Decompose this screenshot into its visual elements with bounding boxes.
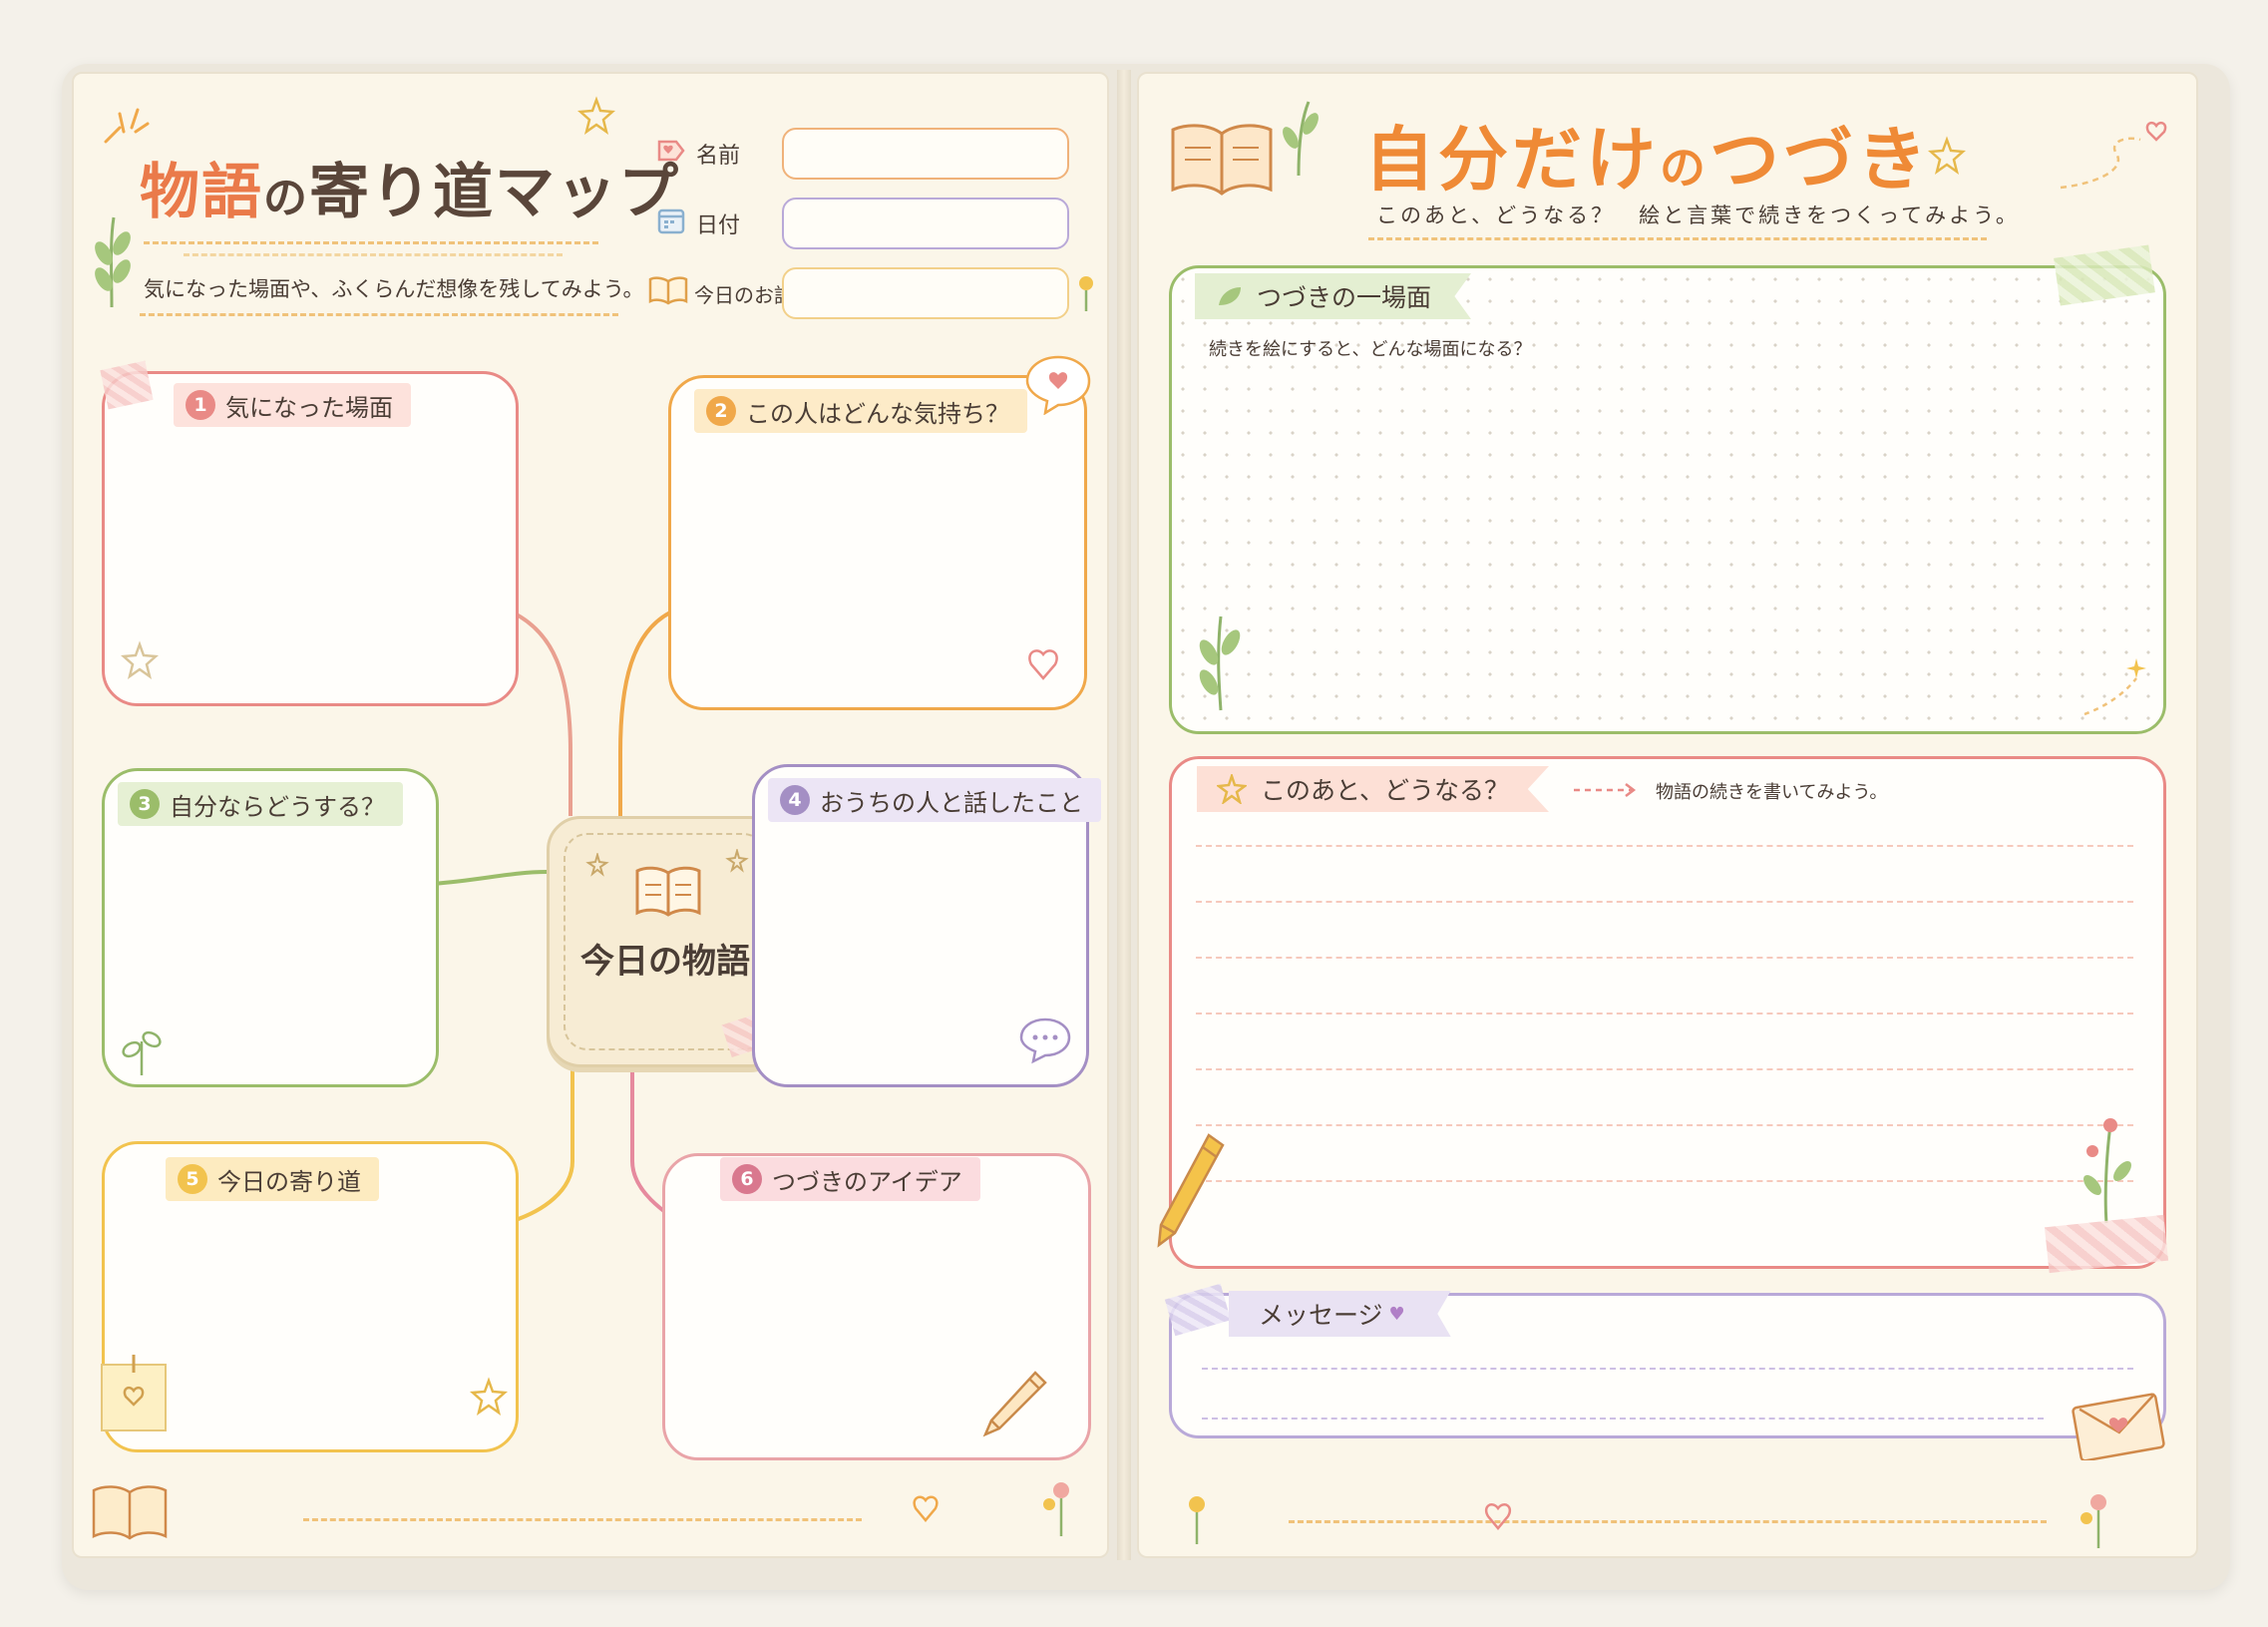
open-book-icon <box>92 1485 168 1540</box>
number-badge: 1 <box>186 390 215 420</box>
writing-line <box>1196 901 2133 903</box>
scene-prompt: 続きを絵にすると、どんな場面になる？ <box>1209 339 1532 360</box>
center-card-todays-story: 今日の物語 <box>547 816 793 1067</box>
chat-bubble-icon <box>1019 1017 1071 1064</box>
number-badge: 4 <box>780 785 810 815</box>
ribbon-message: メッセージ ♥ <box>1229 1291 1451 1337</box>
envelope-icon <box>2072 1393 2165 1460</box>
ribbon-label: このあと、どうなる？ <box>1261 776 1510 805</box>
sticky-note-icon <box>101 1355 167 1431</box>
box-title: 自分ならどうする？ <box>170 792 385 821</box>
tag-continuation-ideas: 6 つづきのアイデア <box>720 1157 980 1201</box>
leaf-sprig-icon <box>1283 101 1319 177</box>
writing-line <box>1196 1068 2133 1070</box>
tag-noticed-scene: 1 気になった場面 <box>174 383 411 427</box>
pencil-icon <box>1157 1133 1225 1248</box>
writing-line <box>1196 1180 2133 1182</box>
star-icon <box>725 849 749 873</box>
heart-icon <box>913 1495 939 1522</box>
number-badge: 6 <box>732 1164 762 1194</box>
writing-line <box>1202 1418 2044 1420</box>
page-subtitle: このあと、どうなる？ 絵と言葉で続きをつくってみよう。 <box>1376 203 2020 227</box>
ribbon-what-happens-next: このあと、どうなる？ <box>1197 766 1550 812</box>
number-badge: 3 <box>130 789 160 819</box>
star-icon <box>1217 774 1247 804</box>
title-part1: 自分だけ <box>1364 119 1660 201</box>
number-badge: 5 <box>178 1164 207 1194</box>
dashed-arrow-icon <box>1574 783 1637 797</box>
tag-todays-detour: 5 今日の寄り道 <box>166 1157 379 1201</box>
box-what-happens-next[interactable] <box>1169 756 2166 1269</box>
number-badge: 2 <box>706 396 736 426</box>
box-title: 今日の寄り道 <box>217 1167 361 1196</box>
box-title: おうちの人と話したこと <box>820 788 1083 817</box>
title-part3: つづき <box>1709 119 1931 201</box>
book-spine <box>1117 70 1131 1560</box>
title-part2: の <box>1660 141 1709 195</box>
open-book-icon <box>1171 124 1273 196</box>
heart-icon <box>1028 649 1058 680</box>
star-icon <box>120 640 160 679</box>
flower-icon <box>1189 1496 1205 1544</box>
writing-line <box>1196 845 2133 847</box>
flower-icon <box>2080 1494 2106 1548</box>
box-title: この人はどんな気持ち？ <box>746 399 1009 428</box>
star-icon <box>469 1377 509 1416</box>
writing-line <box>1196 957 2133 959</box>
right-page: 自分だけのつづき このあと、どうなる？ 絵と言葉で続きをつくってみよう。 つづき… <box>1137 72 2198 1558</box>
flower-icon <box>1043 1482 1069 1536</box>
writing-line <box>1196 1124 2133 1126</box>
leaf-sprig-icon <box>1199 615 1241 711</box>
open-book-icon <box>635 866 701 917</box>
speech-heart-icon <box>1025 355 1091 415</box>
tag-talk-with-family: 4 おうちの人と話したこと <box>768 778 1101 822</box>
leaf-icon <box>1219 287 1241 305</box>
next-hint: 物語の続きを書いてみよう。 <box>1656 782 1888 803</box>
box-title: 気になった場面 <box>225 393 393 422</box>
footer-divider <box>1289 1520 2047 1523</box>
ribbon-label: つづきの一場面 <box>1257 283 1432 312</box>
star-icon <box>585 853 609 877</box>
tag-what-would-i-do: 3 自分ならどうする？ <box>118 782 403 826</box>
tag-feelings: 2 この人はどんな気持ち？ <box>694 389 1027 433</box>
left-page: 物語の寄り道マップ 気になった場面や、ふくらんだ想像を残してみよう。 名前 日付… <box>72 72 1109 1558</box>
star-icon <box>1927 136 1967 175</box>
ribbon-label: メッセージ <box>1259 1301 1383 1330</box>
box-title: つづきのアイデア <box>772 1167 962 1196</box>
footer-divider <box>303 1518 862 1521</box>
sparkle-icon <box>2083 658 2146 716</box>
ribbon-continuation-scene: つづきの一場面 <box>1195 273 1472 319</box>
writing-line <box>1202 1368 2133 1370</box>
heart-trail-icon <box>2060 121 2167 190</box>
pencil-icon <box>982 1371 1047 1437</box>
heart-icon <box>1484 1503 1512 1530</box>
page-title: 自分だけのつづき <box>1364 104 1931 204</box>
sprout-icon <box>122 1030 162 1075</box>
center-label: 今日の物語 <box>580 942 750 982</box>
writing-line <box>1196 1013 2133 1015</box>
heart-icon: ♥ <box>1388 1303 1405 1325</box>
flower-sprig-icon <box>2083 1118 2131 1224</box>
